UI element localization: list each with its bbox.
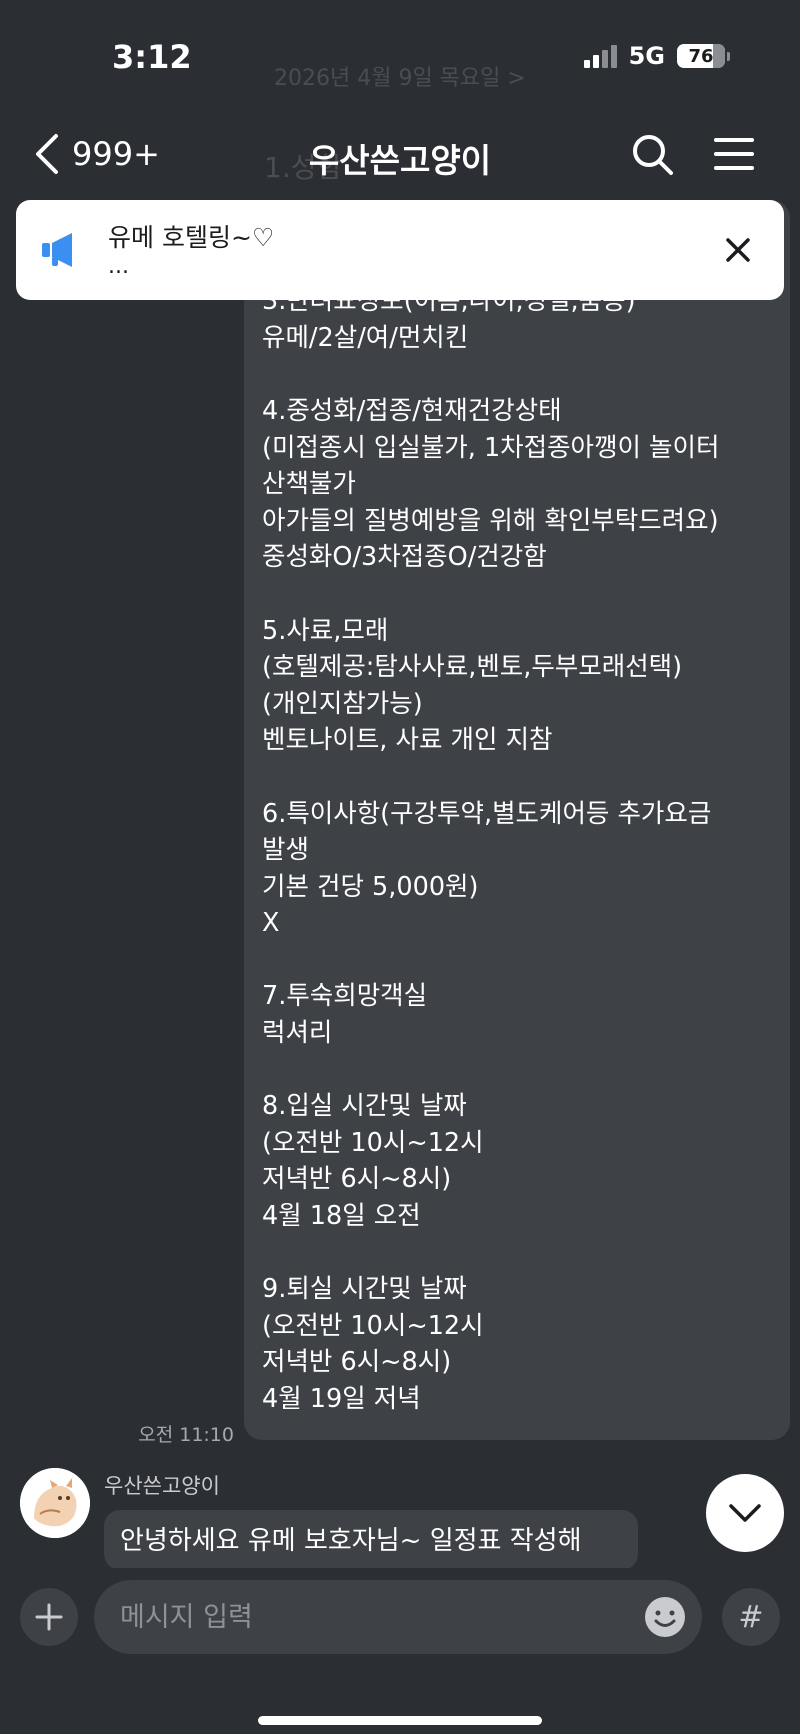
message-line: 아가들의 질병예방을 위해 확인부탁드려요): [262, 505, 719, 536]
chat-header: 1.성함 999+ 우산쓴고양이: [0, 118, 800, 188]
message-line: (오전반 10시~12시: [262, 1127, 484, 1158]
sender-name: 우산쓴고양이: [104, 1474, 220, 1498]
signal-icon: [583, 44, 617, 68]
battery-icon: 76: [677, 44, 730, 68]
message-line: [262, 942, 772, 979]
message-input[interactable]: [120, 1594, 600, 1640]
home-indicator: [258, 1716, 542, 1725]
message-line: 5.사료,모래: [262, 615, 389, 646]
chat-screen: 2026년 4월 9일 목요일 > 3:12 5G 76 1.성함 999+ 우…: [0, 0, 800, 1734]
message-line: 럭셔리: [262, 1018, 333, 1049]
network-type: 5G: [628, 42, 665, 70]
plus-icon: [35, 1603, 63, 1631]
avatar[interactable]: [20, 1468, 90, 1538]
message-line: 저녁반 6시~8시): [262, 1164, 452, 1195]
message-line: 기본 건당 5,000원): [262, 871, 479, 902]
message-line: (호텔제공:탐사사료,벤토,두부모래선택): [262, 652, 683, 683]
message-line: 6.특이사항(구강투약,별도케어등 추가요금: [262, 798, 712, 829]
message-line: 중성화O/3차접종O/건강함: [262, 542, 547, 573]
message-line: 4월 19일 저녁: [262, 1384, 421, 1414]
notice-banner[interactable]: 유메 호텔링~♡ ...: [16, 200, 784, 300]
message-line: [262, 576, 772, 613]
menu-icon[interactable]: [712, 132, 756, 176]
close-icon[interactable]: [718, 230, 758, 270]
search-icon[interactable]: [630, 132, 674, 176]
message-line: 발생: [262, 835, 309, 866]
attach-button[interactable]: [20, 1588, 78, 1646]
message-bubble[interactable]: 3.반려묘정보(이름,나이,성별,품종) 유메/2살/여/먼치킨 4.중성화/접종/…: [244, 200, 790, 1440]
message-line: 벤토나이트, 사료 개인 지참: [262, 725, 553, 756]
notice-text: ...: [108, 254, 129, 279]
status-time: 3:12: [112, 38, 192, 76]
message-line: [262, 759, 772, 796]
message-line: 저녁반 6시~8시): [262, 1347, 452, 1378]
chevron-down-icon: [729, 1504, 761, 1522]
message-line: (개인지참가능): [262, 688, 423, 719]
message-line: 7.투숙희망객실: [262, 981, 428, 1012]
message-line: X: [262, 908, 280, 939]
incoming-message-bubble[interactable]: 안녕하세요 유메 보호자님~ 일정표 작성해: [104, 1510, 638, 1570]
message-line: 4월 18일 오전: [262, 1201, 421, 1232]
message-field[interactable]: [94, 1580, 702, 1654]
battery-level: 76: [688, 45, 714, 67]
message-line: (오전반 10시~12시: [262, 1310, 484, 1341]
message-line: 8.입실 시간및 날짜: [262, 1091, 467, 1122]
message-line: 4.중성화/접종/현재건강상태: [262, 395, 562, 426]
message-input-bar: #: [0, 1568, 800, 1734]
status-indicators: 5G 76: [583, 42, 730, 70]
message-line: 산책불가: [262, 469, 356, 500]
notice-title: 유메 호텔링~♡: [108, 223, 275, 252]
incoming-message-text: 안녕하세요 유메 보호자님~ 일정표 작성해: [120, 1526, 582, 1556]
message-line: 유메/2살/여/먼치킨: [262, 322, 469, 353]
message-line: (미접종시 입실불가, 1차접종아깽이 놀이터: [262, 432, 720, 463]
scroll-down-button[interactable]: [706, 1474, 784, 1552]
megaphone-icon: [42, 233, 72, 267]
message-line: 9.퇴실 시간및 날짜: [262, 1274, 467, 1305]
message-line: [262, 1052, 772, 1089]
hashtag-button[interactable]: #: [722, 1588, 780, 1646]
message-line: [262, 356, 772, 393]
emoji-icon[interactable]: [642, 1594, 688, 1640]
message-line: [262, 1235, 772, 1272]
chat-title: 우산쓴고양이: [308, 141, 492, 180]
message-time: 오전 11:10: [138, 1424, 234, 1446]
date-divider: 2026년 4월 9일 목요일 >: [274, 66, 526, 91]
cat-avatar-icon: [20, 1468, 90, 1538]
